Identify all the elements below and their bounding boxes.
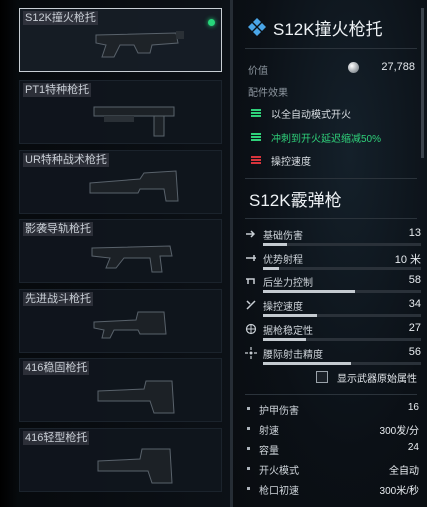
attribute-label: 护甲伤害 [259,406,299,417]
list-edge-shade [0,0,18,507]
attachment-title: S12K撞火枪托 [273,19,383,39]
bullet-icon [247,427,250,430]
stat-bar [263,290,421,293]
attachment-card-advanced[interactable]: 先进战斗枪托 [19,289,222,353]
attribute-label: 开火模式 [259,466,299,477]
stability-icon [245,323,257,335]
attribute-value: 300米/秒 [379,486,419,497]
stat-bar-fill [263,362,352,365]
stat-value: 58 [408,274,421,286]
stat-value: 10 米 [394,254,421,266]
equipped-indicator [208,19,215,26]
attribute-row: 护甲伤害 16 [245,401,419,417]
stat-value: 56 [408,346,421,358]
bullet-icon [247,467,250,470]
attribute-value: 16 [407,402,419,413]
show-original-label: 显示武器原始属性 [337,373,417,385]
attribute-row: 容量 24 [245,441,419,457]
attribute-label: 枪口初速 [259,486,299,497]
value-amount: 27,788 [381,61,415,73]
recoil-icon [246,278,255,284]
divider [245,394,417,395]
attribute-value: 全自动 [389,466,419,477]
stock-image [97,448,173,484]
detail-panel: S12K撞火枪托 价值 27,788 配件效果 以全自动模式开火 冲刺到开火延迟… [233,0,427,507]
attribute-label: 容量 [259,446,279,457]
stat-row: 操控速度 34 [245,298,421,322]
stat-label: 腰际射击精度 [263,350,323,361]
show-original-checkbox[interactable] [316,371,328,383]
perk-item: 操控速度 [251,153,311,168]
attachment-card-416-light[interactable]: 416轻型枪托 [19,428,222,492]
perk-text: 操控速度 [271,156,311,168]
diamond-cluster-icon [248,18,266,36]
stat-bar-fill [263,290,355,293]
stat-label: 操控速度 [263,302,303,313]
stat-bar-fill [263,314,317,317]
attribute-row: 开火模式 全自动 [245,461,419,477]
stat-value: 27 [408,322,421,334]
divider [245,48,417,49]
attachment-card-416-stable[interactable]: 416稳固枪托 [19,358,222,422]
stat-label: 据枪稳定性 [263,326,313,337]
show-original-stats-toggle[interactable]: 显示武器原始属性 [316,369,417,385]
coin-icon [348,62,359,73]
stock-image [91,245,173,273]
stat-value: 34 [408,298,421,310]
range-icon [246,255,256,261]
stat-row: 优势射程 10 米 [245,251,421,275]
divider [245,218,417,219]
bullet-icon [247,447,250,450]
perk-item: 冲刺到开火延迟缩减50% [251,130,382,145]
negative-perk-icon [251,156,261,164]
attachment-card-s12k[interactable]: S12K撞火枪托 [19,8,222,72]
positive-perk-icon [251,133,261,141]
attachment-list: S12K撞火枪托 PT1特种枪托 UR特种战术枪托 影袭导轨枪托 先进战斗枪托 [0,0,232,507]
stat-row: 据枪稳定性 27 [245,322,421,346]
stat-bar [263,314,421,317]
perk-item: 以全自动模式开火 [251,106,351,121]
attribute-row: 枪口初速 300米/秒 [245,481,419,497]
attribute-value: 24 [407,442,419,453]
perks-label: 配件效果 [248,88,288,99]
stat-row: 基础伤害 13 [245,227,421,251]
hipfire-icon [245,347,257,359]
stat-bar-fill [263,267,279,270]
stock-image [95,31,184,58]
stat-bar [263,338,421,341]
stock-image [93,311,167,339]
damage-icon [246,230,256,238]
stat-row: 腰际射击精度 56 [245,346,421,370]
attribute-row: 射速 300发/分 [245,421,419,437]
scrollbar[interactable] [421,8,424,158]
stat-label: 后坐力控制 [263,278,313,289]
stat-row: 后坐力控制 58 [245,274,421,298]
weapon-name: S12K霰弹枪 [249,191,342,210]
handling-icon [246,300,256,310]
perk-text: 以全自动模式开火 [271,109,351,121]
stat-label: 基础伤害 [263,231,303,242]
attachment-card-shadow[interactable]: 影袭导轨枪托 [19,219,222,283]
title-row: S12K撞火枪托 [247,14,383,40]
value-label: 价值 [248,66,268,77]
bullet-icon [247,407,250,410]
stat-bar [263,362,421,365]
positive-perk-icon [251,109,261,117]
stock-image [97,380,175,414]
perk-text: 冲刺到开火延迟缩减50% [271,133,382,145]
divider [245,178,417,179]
bullet-icon [247,487,250,490]
stat-bar-fill [263,338,306,341]
stat-bar-fill [263,243,287,246]
attachment-card-ur[interactable]: UR特种战术枪托 [19,150,222,214]
stat-bar [263,243,421,246]
stock-image [93,106,175,137]
attribute-label: 射速 [259,426,279,437]
stat-value: 13 [408,227,421,239]
attribute-value: 300发/分 [379,426,419,437]
attachment-card-pt1[interactable]: PT1特种枪托 [19,80,222,144]
stat-label: 优势射程 [263,255,303,266]
stat-bar [263,267,421,270]
stock-image [89,170,179,202]
